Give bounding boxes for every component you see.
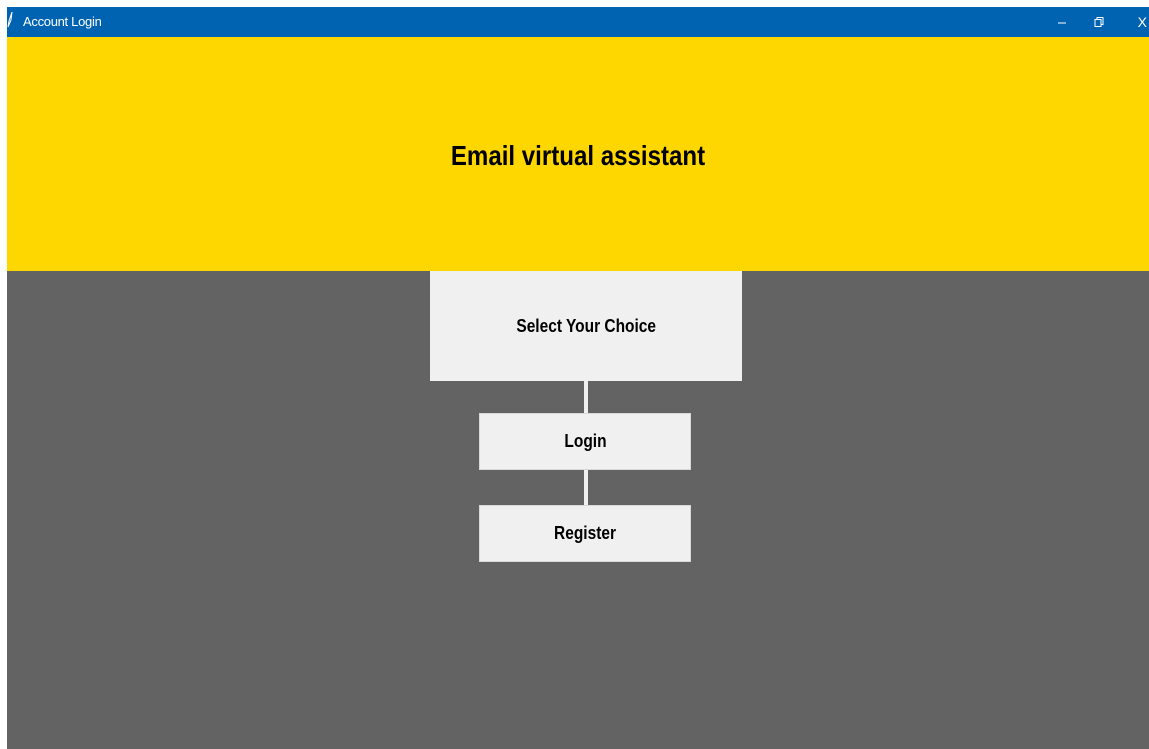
restore-icon — [1094, 17, 1103, 27]
page-title: Email virtual assistant — [450, 140, 706, 171]
close-icon: X — [1137, 14, 1147, 30]
choice-label: Select Your Choice — [516, 315, 656, 336]
window-controls: X — [1043, 7, 1149, 37]
login-button[interactable]: Login — [479, 413, 691, 470]
restore-button[interactable] — [1080, 7, 1117, 37]
minimize-button[interactable] — [1043, 7, 1080, 37]
connector-line — [584, 470, 588, 506]
register-button-label: Register — [554, 523, 616, 543]
feather-icon — [7, 12, 13, 28]
title-bar[interactable]: Account Login X — [7, 7, 1149, 37]
window-title: Account Login — [23, 14, 102, 29]
minimize-icon — [1057, 22, 1066, 24]
connector-line — [584, 381, 588, 414]
login-button-label: Login — [563, 431, 607, 451]
app-window: Account Login X Email virtual assistant … — [7, 7, 1149, 749]
header-banner: Email virtual assistant — [7, 37, 1149, 271]
choice-panel: Select Your Choice — [430, 271, 742, 381]
register-button[interactable]: Register — [479, 505, 691, 562]
close-button[interactable]: X — [1117, 7, 1149, 37]
